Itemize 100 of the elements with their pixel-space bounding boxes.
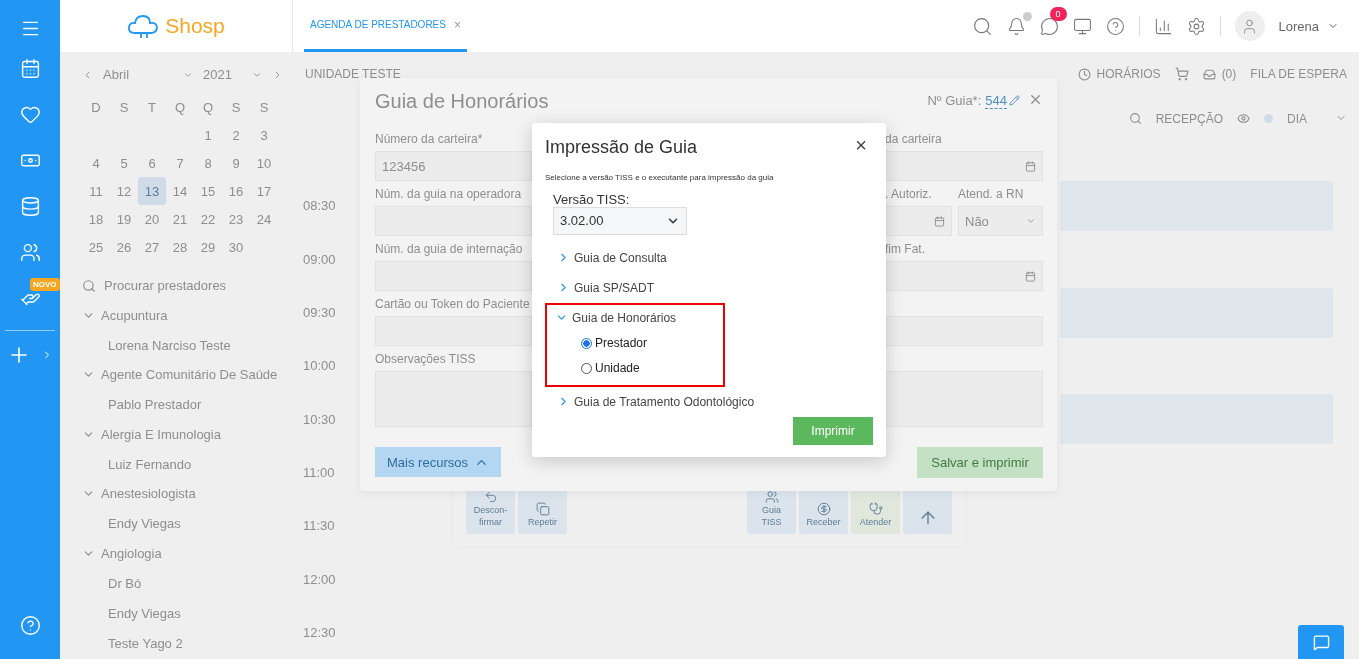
guide-item[interactable]: Guia SP/SADT — [557, 274, 655, 301]
guide-item[interactable]: Guia de Honorários — [555, 304, 677, 331]
calendar-day[interactable]: 26 — [110, 233, 138, 262]
calendar-day[interactable]: 16 — [222, 177, 250, 206]
pencil-icon[interactable] — [1009, 95, 1020, 106]
close-button[interactable] — [1028, 92, 1043, 107]
cart-icon[interactable] — [1174, 67, 1189, 82]
radio-option[interactable]: Unidade — [555, 355, 723, 381]
close-button[interactable]: × — [849, 135, 873, 155]
input-field[interactable] — [375, 261, 532, 291]
support-nav-button[interactable]: NOVO — [0, 278, 60, 318]
calendar-day[interactable]: 15 — [194, 177, 222, 206]
date-field[interactable] — [885, 151, 1043, 181]
calendar-day[interactable]: 8 — [194, 149, 222, 178]
chat-button[interactable] — [1039, 16, 1059, 36]
input-field[interactable] — [375, 316, 532, 346]
calendar-day[interactable]: 1 — [194, 121, 222, 150]
calendar-day[interactable]: 14 — [166, 177, 194, 206]
provider-item[interactable]: Endy Viegas — [82, 508, 283, 539]
guide-number-link[interactable]: 544 — [985, 93, 1007, 109]
calendar-day[interactable]: 6 — [138, 149, 166, 178]
input-field[interactable] — [375, 206, 532, 236]
more-resources-button[interactable]: Mais recursos — [375, 447, 501, 477]
input-field[interactable]: 123456 — [375, 151, 532, 181]
chat-button[interactable] — [1298, 625, 1344, 659]
calendar-day[interactable]: 5 — [110, 149, 138, 178]
calendar-day[interactable]: 25 — [82, 233, 110, 262]
print-button[interactable]: Imprimir — [793, 416, 873, 445]
calendar-day[interactable]: 24 — [250, 205, 278, 234]
time-label: 09:30 — [302, 305, 337, 321]
help-button[interactable] — [1105, 16, 1125, 36]
provider-search-field[interactable]: Procurar prestadores — [82, 271, 283, 301]
calendar-day[interactable]: 23 — [222, 205, 250, 234]
provider-item[interactable]: Pablo Prestador — [82, 389, 283, 420]
calendar-day[interactable]: 11 — [82, 177, 110, 206]
specialty-item[interactable]: Alergia E Imunologia — [82, 419, 283, 450]
calendar-day[interactable]: 30 — [222, 233, 250, 262]
tab-close-button[interactable]: × — [453, 17, 461, 32]
calendar-day[interactable]: 29 — [194, 233, 222, 262]
textarea-field[interactable] — [885, 371, 1043, 427]
specialty-item[interactable]: Anestesiologista — [82, 479, 283, 509]
provider-item[interactable]: Lorena Narciso Teste — [82, 329, 283, 361]
calendar-day[interactable]: 18 — [82, 205, 110, 234]
weekday-label: S — [230, 98, 242, 117]
waiting-list-button[interactable]: FILA DE ESPERA — [1250, 67, 1347, 82]
select-field[interactable]: Não — [958, 206, 1043, 236]
month-select[interactable]: Abril — [103, 67, 194, 83]
calendar-day[interactable]: 21 — [166, 205, 194, 234]
stethoscope-icon — [868, 502, 883, 516]
guide-item[interactable]: Guia de Consulta — [557, 244, 667, 271]
people-icon — [764, 490, 779, 504]
waiting-count[interactable]: (0) — [1202, 67, 1237, 82]
chevron-down-icon — [1026, 216, 1036, 226]
calendar-day[interactable]: 17 — [250, 177, 278, 206]
provider-item[interactable]: Teste Yago 2 — [82, 628, 283, 659]
calendar-day[interactable]: 4 — [82, 149, 110, 178]
provider-item[interactable]: Dr Bó — [82, 568, 283, 599]
calendar-day[interactable]: 22 — [194, 205, 222, 234]
calendar-day[interactable]: 10 — [250, 149, 278, 178]
date-field[interactable] — [885, 261, 1043, 291]
calendar-day[interactable]: 9 — [222, 149, 250, 178]
bell-button[interactable] — [1006, 16, 1026, 36]
calendar-day[interactable]: 2 — [222, 121, 250, 150]
calendar-day[interactable]: 27 — [138, 233, 166, 262]
room-label: RECEPÇÃO — [1155, 111, 1223, 126]
reports-button[interactable] — [1153, 16, 1173, 36]
calendar-day[interactable]: 7 — [166, 149, 194, 178]
database-icon — [19, 195, 41, 217]
search-button[interactable] — [971, 15, 993, 37]
search-icon[interactable] — [1128, 112, 1142, 126]
calendar-day[interactable]: 20 — [138, 205, 166, 234]
specialty-item[interactable]: Agente Comunitário De Saúde — [82, 360, 283, 390]
date-field[interactable] — [885, 206, 952, 236]
provider-item[interactable]: Luiz Fernando — [82, 449, 283, 480]
time-label: 11:30 — [302, 518, 336, 534]
calendar-day[interactable]: 12 — [110, 177, 138, 206]
calendar-day[interactable]: 19 — [110, 205, 138, 234]
guide-item[interactable]: Guia de Tratamento Odontológico — [557, 388, 755, 415]
calendar-day[interactable]: 3 — [250, 121, 278, 150]
field-label: Número da carteira* — [375, 132, 484, 148]
input-field[interactable] — [885, 316, 1043, 346]
provider-item[interactable]: Endy Viegas — [82, 598, 283, 629]
calendar-day[interactable]: 28 — [166, 233, 194, 262]
textarea-field[interactable] — [375, 371, 532, 427]
calendar-day[interactable]: 13 — [138, 177, 166, 206]
help-icon — [1105, 16, 1125, 36]
specialty-item[interactable]: Acupuntura — [82, 300, 283, 330]
eye-icon[interactable] — [1237, 112, 1250, 126]
monitor-button[interactable] — [1072, 16, 1092, 36]
radio-option[interactable]: Prestador — [555, 330, 723, 356]
view-select[interactable]: DIA — [1287, 111, 1347, 126]
settings-button[interactable] — [1186, 16, 1206, 36]
specialty-item[interactable]: Angiologia — [82, 538, 283, 569]
chat-icon — [1039, 16, 1059, 36]
user-menu[interactable]: Lorena — [1278, 18, 1339, 34]
hours-button[interactable]: HORÁRIOS — [1077, 67, 1161, 82]
version-select[interactable]: 3.02.00 — [553, 207, 687, 235]
year-select[interactable]: 2021 — [203, 67, 262, 83]
save-print-button[interactable]: Salvar e imprimir — [917, 447, 1043, 478]
settings-icon — [1186, 16, 1206, 36]
